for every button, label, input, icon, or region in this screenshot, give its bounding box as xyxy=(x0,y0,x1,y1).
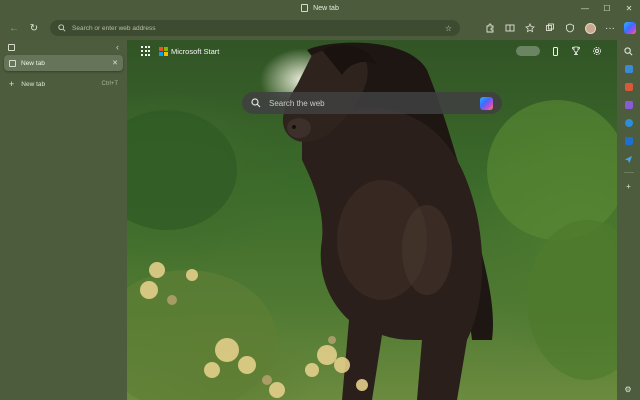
edge-sidebar: + ⚙ xyxy=(617,40,640,400)
games-icon[interactable] xyxy=(622,98,636,112)
tab-new-tab[interactable]: New tab ✕ xyxy=(4,55,123,71)
window-title-text: New tab xyxy=(313,4,339,12)
tab-label: New tab xyxy=(21,59,45,67)
collections-icon[interactable] xyxy=(540,18,560,38)
sidebar-divider xyxy=(623,172,634,173)
copilot-search-icon[interactable] xyxy=(480,96,493,110)
collapse-pane-icon[interactable]: ‹ xyxy=(116,42,119,52)
shopping-icon[interactable] xyxy=(622,62,636,76)
brand-label: Microsoft Start xyxy=(171,46,220,56)
outlook-icon[interactable] xyxy=(622,134,636,148)
more-menu-button[interactable]: ··· xyxy=(600,18,620,38)
toolbar-actions: ··· xyxy=(480,18,640,38)
search-icon xyxy=(58,24,66,32)
split-screen-icon[interactable] xyxy=(500,18,520,38)
address-input[interactable] xyxy=(72,24,439,32)
tab-close-icon[interactable]: ✕ xyxy=(112,59,118,67)
refresh-button[interactable]: ↻ xyxy=(24,18,44,38)
sign-in-pill[interactable] xyxy=(516,46,540,56)
new-tab-shortcut: Ctrl+T xyxy=(101,81,119,87)
copilot-icon xyxy=(624,22,636,34)
browser-toolbar: ← ↻ ☆ ··· xyxy=(0,16,640,40)
extensions-icon[interactable] xyxy=(480,18,500,38)
mobile-icon[interactable] xyxy=(549,45,561,57)
page-settings-gear-icon[interactable] xyxy=(591,45,603,57)
back-button[interactable]: ← xyxy=(4,18,24,38)
microsoft-365-icon[interactable] xyxy=(622,116,636,130)
address-bar[interactable]: ☆ xyxy=(50,20,460,36)
close-button[interactable]: ✕ xyxy=(618,0,640,16)
microsoft-start-logo[interactable]: Microsoft Start xyxy=(159,46,220,56)
page-icon xyxy=(301,4,309,12)
window-title: New tab xyxy=(301,4,339,12)
plus-icon: + xyxy=(9,79,15,89)
send-icon[interactable] xyxy=(622,152,636,166)
web-search-input[interactable] xyxy=(269,98,472,108)
sidebar-search-icon[interactable] xyxy=(622,44,636,58)
microsoft-logo-icon xyxy=(159,46,168,56)
new-tab-button[interactable]: + New tab Ctrl+T xyxy=(4,77,123,91)
vertical-tabs-pane: ‹ New tab ✕ + New tab Ctrl+T xyxy=(0,40,127,400)
add-sidebar-app-icon[interactable]: + xyxy=(622,179,636,193)
web-search-box[interactable] xyxy=(242,92,502,114)
copilot-button[interactable] xyxy=(620,18,640,38)
tab-favicon-icon xyxy=(9,59,16,67)
title-bar: New tab — ☐ ✕ xyxy=(0,0,640,16)
profile-avatar[interactable] xyxy=(580,18,600,38)
tools-icon[interactable] xyxy=(622,80,636,94)
sidebar-settings-icon[interactable]: ⚙ xyxy=(621,382,635,396)
window-controls: — ☐ ✕ xyxy=(574,0,640,16)
ntp-header-right xyxy=(516,45,603,57)
new-tab-label: New tab xyxy=(21,80,46,88)
new-tab-page: Microsoft Start xyxy=(127,40,617,400)
favorites-icon[interactable] xyxy=(520,18,540,38)
search-icon xyxy=(251,98,261,108)
tab-actions-icon[interactable] xyxy=(8,43,15,51)
browser-essentials-icon[interactable] xyxy=(560,18,580,38)
ntp-header-left: Microsoft Start xyxy=(141,46,219,56)
minimize-button[interactable]: — xyxy=(574,0,596,16)
maximize-button[interactable]: ☐ xyxy=(596,0,618,16)
favorite-star-icon[interactable]: ☆ xyxy=(445,24,452,33)
rewards-trophy-icon[interactable] xyxy=(570,45,582,57)
tab-pane-header: ‹ xyxy=(0,40,127,54)
app-launcher-icon[interactable] xyxy=(141,46,151,56)
